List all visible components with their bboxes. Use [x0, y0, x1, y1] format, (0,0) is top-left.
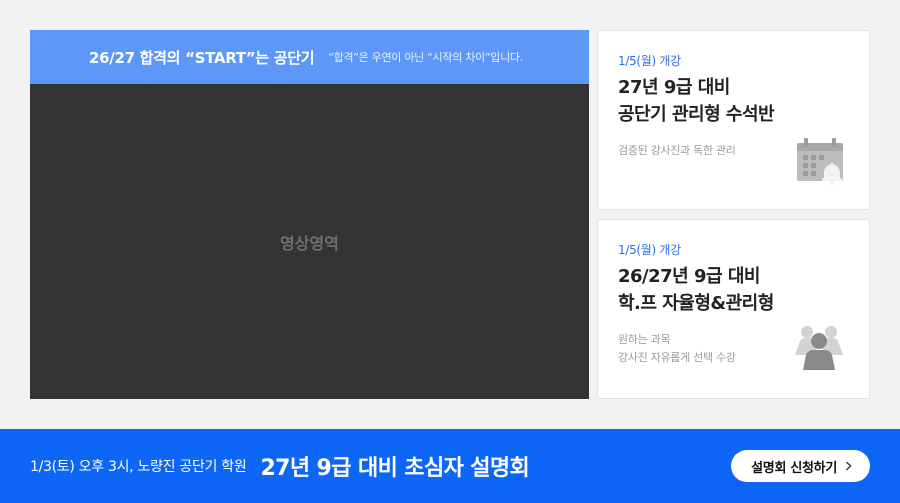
video-player[interactable]: 영상영역 [30, 84, 589, 399]
card-title-line: 학.프 자율형&관리형 [618, 293, 774, 314]
seminar-apply-button[interactable]: 설명회 신청하기 [731, 450, 870, 482]
video-headline: 26/27 합격의 “START”는 공단기 [89, 48, 315, 67]
card-title-line: 공단기 관리형 수석반 [618, 104, 775, 125]
seminar-info: 1/3(토) 오후 3시, 노량진 공단기 학원 [30, 459, 247, 475]
card-title-line: 27년 9급 대비 [618, 77, 730, 98]
calendar-alarm-icon [795, 137, 845, 189]
video-placeholder: 영상영역 [280, 233, 339, 253]
card-title-line: 26/27년 9급 대비 [618, 266, 760, 287]
chevron-right-icon [845, 461, 852, 471]
video-subline: “합격”은 우연이 아닌 “시작의 차이”입니다. [328, 51, 523, 64]
video-header: 26/27 합격의 “START”는 공단기 “합격”은 우연이 아닌 “시작의… [30, 30, 589, 84]
people-group-icon [793, 325, 845, 375]
seminar-title: 27년 9급 대비 초심자 설명회 [260, 456, 530, 481]
card-open-date: 1/5(월) 개강 [618, 243, 681, 257]
course-card-management[interactable]: 1/5(월) 개강 27년 9급 대비 공단기 관리형 수석반 검증된 강사진과… [597, 30, 870, 210]
card-open-date: 1/5(월) 개강 [618, 54, 681, 68]
apply-button-label: 설명회 신청하기 [751, 460, 837, 476]
card-title: 27년 9급 대비 공단기 관리형 수석반 [618, 74, 849, 128]
course-card-self-study[interactable]: 1/5(월) 개강 26/27년 9급 대비 학.프 자율형&관리형 원하는 과… [597, 219, 870, 399]
seminar-banner: 1/3(토) 오후 3시, 노량진 공단기 학원 27년 9급 대비 초심자 설… [0, 429, 900, 503]
card-title: 26/27년 9급 대비 학.프 자율형&관리형 [618, 263, 849, 317]
video-section: 26/27 합격의 “START”는 공단기 “합격”은 우연이 아닌 “시작의… [30, 30, 589, 399]
